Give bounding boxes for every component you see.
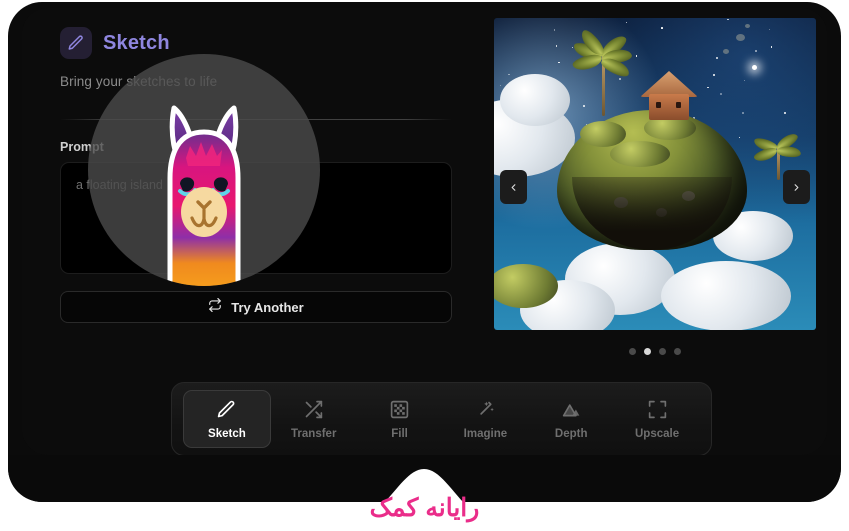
- shuffle-icon: [303, 399, 324, 421]
- tool-label: Fill: [391, 428, 408, 440]
- artwork-star: [755, 50, 757, 52]
- artwork-star: [727, 19, 728, 20]
- pencil-icon: [216, 399, 237, 421]
- repeat-icon: [208, 298, 222, 317]
- artwork-cloud: [661, 261, 791, 330]
- carousel-dot-1[interactable]: [629, 348, 636, 355]
- artwork-star: [716, 57, 718, 59]
- artwork-star: [742, 112, 744, 114]
- artwork-star: [744, 80, 745, 81]
- llama-mascot-icon: [88, 54, 320, 286]
- tool-item-upscale[interactable]: Upscale: [614, 390, 700, 448]
- carousel-dot-4[interactable]: [674, 348, 681, 355]
- tool-item-imagine[interactable]: Imagine: [442, 390, 528, 448]
- artwork-star: [626, 22, 627, 23]
- artwork-star: [500, 85, 501, 86]
- artwork-star: [508, 74, 510, 76]
- app-screen: Sketch Bring your sketches to life Promp…: [22, 8, 827, 455]
- tool-item-transfer[interactable]: Transfer: [271, 390, 357, 448]
- artwork-hut: [640, 71, 698, 119]
- tool-item-fill[interactable]: Fill: [357, 390, 443, 448]
- tool-label: Imagine: [464, 428, 507, 440]
- artwork-star: [769, 29, 771, 31]
- tool-item-sketch[interactable]: Sketch: [183, 390, 271, 448]
- pencil-icon: [60, 27, 92, 59]
- artwork-debris: [736, 34, 745, 41]
- artwork-star: [707, 87, 709, 89]
- tool-item-depth[interactable]: Depth: [528, 390, 614, 448]
- preview-area: [494, 18, 816, 363]
- panel-header: Sketch: [60, 14, 452, 59]
- mountain-icon: [561, 399, 582, 421]
- artwork-star: [720, 93, 722, 95]
- device-chin: [8, 455, 841, 502]
- checkerboard-icon: [389, 399, 410, 421]
- carousel-dot-2[interactable]: [644, 348, 651, 355]
- page-title: Sketch: [103, 32, 170, 55]
- tool-toolbar: Sketch Transfer Fill Imagine Depth Upscale: [171, 382, 712, 455]
- artwork-star: [572, 47, 573, 48]
- carousel-dot-3[interactable]: [659, 348, 666, 355]
- expand-icon: [647, 399, 668, 421]
- magic-wand-icon: [475, 399, 496, 421]
- artwork-star: [583, 105, 585, 107]
- generated-image: [494, 18, 816, 330]
- device-frame: Sketch Bring your sketches to life Promp…: [8, 2, 841, 502]
- tool-label: Sketch: [208, 428, 246, 440]
- tool-label: Upscale: [635, 428, 679, 440]
- artwork-debris: [723, 49, 729, 54]
- artwork-star: [556, 45, 558, 47]
- carousel-prev-button[interactable]: [500, 170, 527, 204]
- artwork-star: [619, 78, 621, 80]
- artwork-star: [554, 29, 556, 31]
- carousel-pagination: [494, 348, 816, 355]
- tool-label: Transfer: [291, 428, 336, 440]
- tool-label: Depth: [555, 428, 588, 440]
- carousel-next-button[interactable]: [783, 170, 810, 204]
- try-another-button[interactable]: Try Another: [60, 291, 452, 323]
- try-another-label: Try Another: [231, 300, 303, 315]
